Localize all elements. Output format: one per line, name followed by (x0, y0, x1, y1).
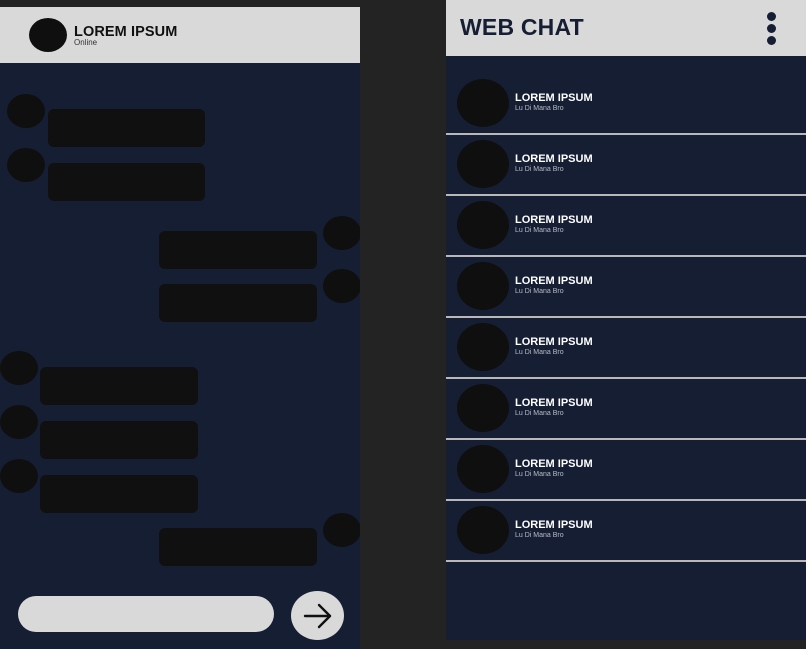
contact-list-item[interactable]: LOREM IPSUM Lu Di Mana Bro (446, 256, 806, 318)
contact-list-item[interactable]: LOREM IPSUM Lu Di Mana Bro (446, 195, 806, 257)
incoming-message-bubble (40, 367, 198, 405)
contact-name: LOREM IPSUM (515, 336, 593, 348)
outgoing-avatar (323, 513, 360, 547)
avatar (457, 384, 509, 432)
avatar (457, 262, 509, 310)
outgoing-avatar (323, 269, 360, 303)
contact-name: LOREM IPSUM (515, 214, 593, 226)
incoming-avatar (7, 148, 45, 182)
avatar (457, 323, 509, 371)
contact-name: LOREM IPSUM (515, 397, 593, 409)
contact-name: LOREM IPSUM (515, 275, 593, 287)
outgoing-message-bubble (159, 231, 317, 269)
contact-list-item[interactable]: LOREM IPSUM Lu Di Mana Bro (446, 439, 806, 501)
avatar (457, 506, 509, 554)
incoming-message-bubble (40, 475, 198, 513)
contacts-panel: WEB CHAT LOREM IPSUM Lu Di Mana Bro LOREM … (446, 0, 806, 640)
incoming-message-bubble (48, 109, 205, 147)
incoming-avatar (7, 94, 45, 128)
avatar (457, 79, 509, 127)
contact-last-message: Lu Di Mana Bro (515, 349, 564, 356)
outgoing-message-bubble (159, 528, 317, 566)
arrow-right-icon (303, 603, 331, 628)
incoming-avatar (0, 405, 38, 439)
incoming-avatar (0, 351, 38, 385)
incoming-message-bubble (48, 163, 205, 201)
chat-panel: LOREM IPSUM Online (0, 7, 360, 649)
menu-button[interactable] (764, 12, 780, 45)
contact-last-message: Lu Di Mana Bro (515, 166, 564, 173)
contact-last-message: Lu Di Mana Bro (515, 410, 564, 417)
contact-list-item[interactable]: LOREM IPSUM Lu Di Mana Bro (446, 317, 806, 379)
contact-name: LOREM IPSUM (515, 519, 593, 531)
incoming-message-bubble (40, 421, 198, 459)
contact-list-item[interactable]: LOREM IPSUM Lu Di Mana Bro (446, 73, 806, 135)
contact-list-item[interactable]: LOREM IPSUM Lu Di Mana Bro (446, 378, 806, 440)
avatar (457, 445, 509, 493)
message-input[interactable] (18, 596, 274, 632)
contact-last-message: Lu Di Mana Bro (515, 105, 564, 112)
contact-name: LOREM IPSUM (515, 458, 593, 470)
contact-name: LOREM IPSUM (515, 92, 593, 104)
contact-last-message: Lu Di Mana Bro (515, 227, 564, 234)
avatar (457, 201, 509, 249)
contact-list-item[interactable]: LOREM IPSUM Lu Di Mana Bro (446, 500, 806, 562)
contact-last-message: Lu Di Mana Bro (515, 288, 564, 295)
incoming-avatar (0, 459, 38, 493)
outgoing-message-bubble (159, 284, 317, 322)
avatar[interactable] (29, 18, 67, 52)
contact-last-message: Lu Di Mana Bro (515, 532, 564, 539)
chat-header: LOREM IPSUM Online (0, 7, 360, 63)
contact-list-item[interactable]: LOREM IPSUM Lu Di Mana Bro (446, 134, 806, 196)
chat-status: Online (74, 38, 98, 47)
avatar (457, 140, 509, 188)
contact-name: LOREM IPSUM (515, 153, 593, 165)
send-button[interactable] (291, 591, 344, 640)
app-title: WEB CHAT (460, 14, 584, 40)
contact-last-message: Lu Di Mana Bro (515, 471, 564, 478)
contacts-header: WEB CHAT (446, 0, 806, 56)
outgoing-avatar (323, 216, 360, 250)
